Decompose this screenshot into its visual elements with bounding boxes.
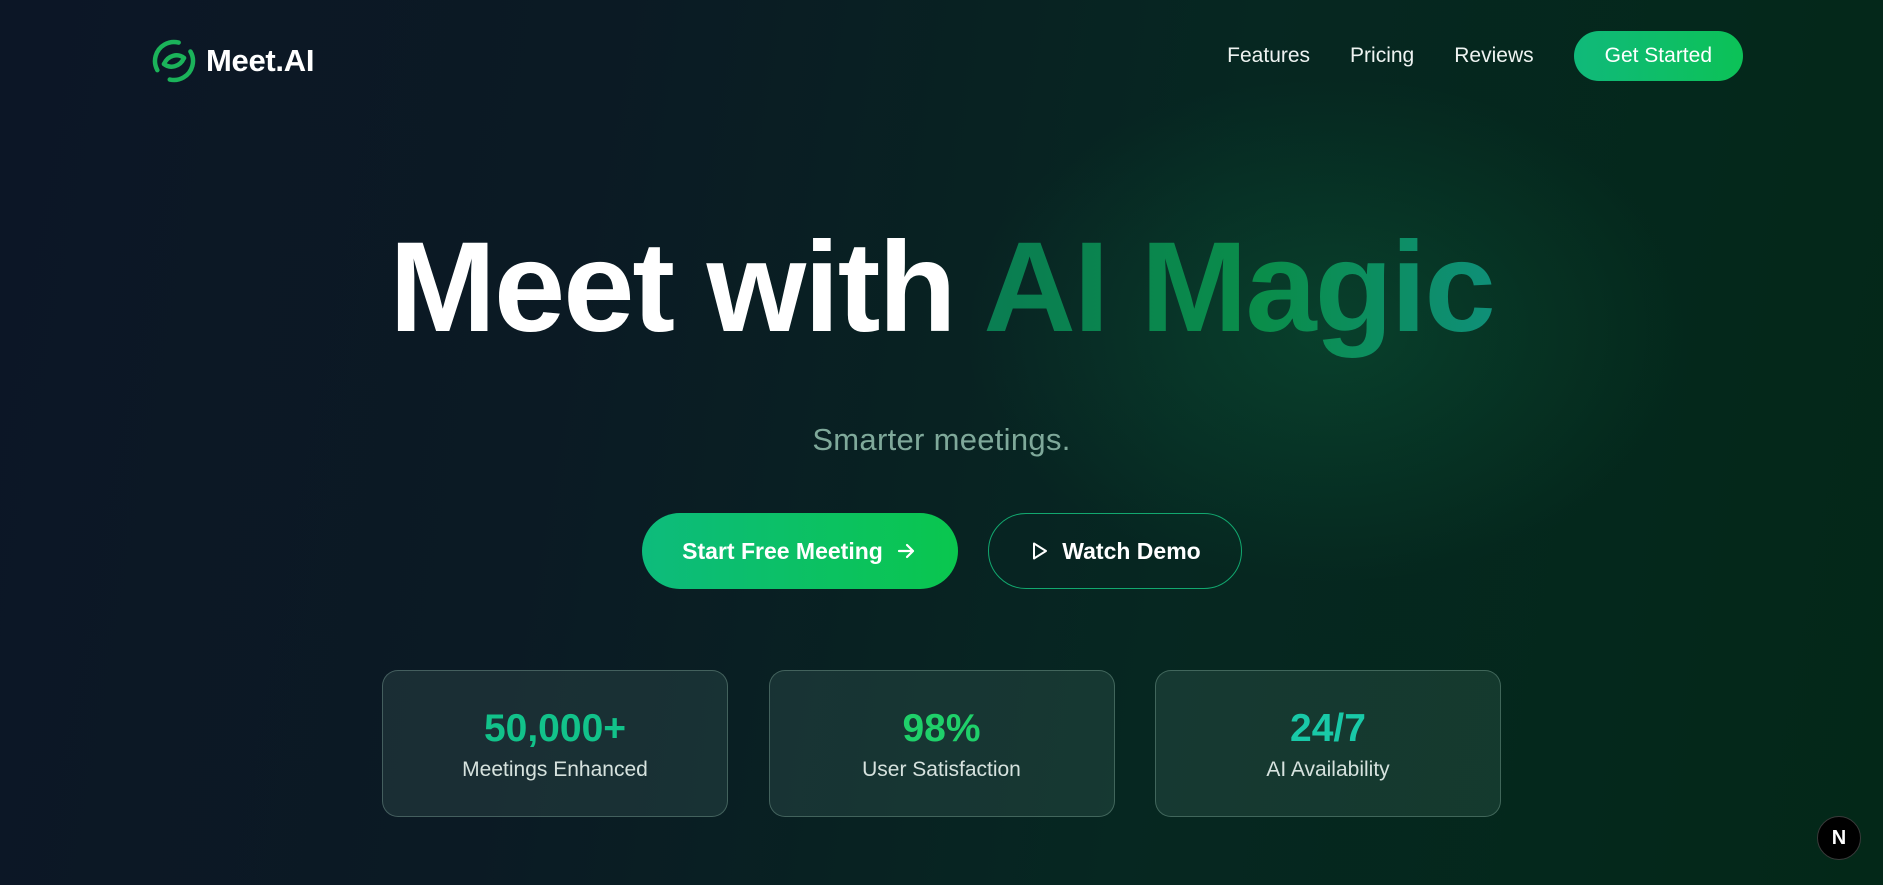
stat-label: Meetings Enhanced <box>462 757 648 781</box>
stat-value: 50,000+ <box>483 706 627 750</box>
get-started-button[interactable]: Get Started <box>1573 31 1743 81</box>
nav-link-pricing[interactable]: Pricing <box>1350 44 1414 68</box>
stat-value: 98% <box>902 706 981 750</box>
stat-card-meetings: 50,000+ Meetings Enhanced <box>382 670 728 817</box>
watch-demo-button[interactable]: Watch Demo <box>987 513 1242 589</box>
next-badge-icon[interactable]: N <box>1817 816 1861 860</box>
stat-card-availability: 24/7 AI Availability <box>1155 670 1501 817</box>
hero-title-accent: AI Magic <box>983 216 1495 359</box>
top-navigation: Meet.AI Features Pricing Reviews Get Sta… <box>0 0 1883 112</box>
stat-card-satisfaction: 98% User Satisfaction <box>768 670 1115 817</box>
nav-links: Features Pricing Reviews Get Started <box>1227 30 1743 82</box>
brand-name: Meet.AI <box>206 43 315 78</box>
play-icon <box>1033 542 1048 560</box>
start-free-meeting-button[interactable]: Start Free Meeting <box>641 513 958 589</box>
start-free-meeting-label: Start Free Meeting <box>682 537 883 564</box>
arrow-right-icon <box>897 543 914 559</box>
nav-link-features[interactable]: Features <box>1227 44 1310 68</box>
nav-link-reviews[interactable]: Reviews <box>1454 44 1533 68</box>
hero-title-plain: Meet with <box>389 216 984 359</box>
stats-row: 50,000+ Meetings Enhanced 98% User Satis… <box>382 670 1501 817</box>
brand[interactable]: Meet.AI <box>152 38 314 84</box>
sync-logo-icon <box>152 39 196 83</box>
watch-demo-label: Watch Demo <box>1062 537 1201 564</box>
hero-title: Meet with AI Magic <box>0 218 1883 358</box>
stat-label: User Satisfaction <box>862 757 1021 781</box>
hero-actions: Start Free Meeting Watch Demo <box>0 513 1883 589</box>
stat-label: AI Availability <box>1266 757 1390 781</box>
stat-value: 24/7 <box>1290 706 1366 750</box>
hero-subtitle: Smarter meetings. <box>812 422 1071 457</box>
